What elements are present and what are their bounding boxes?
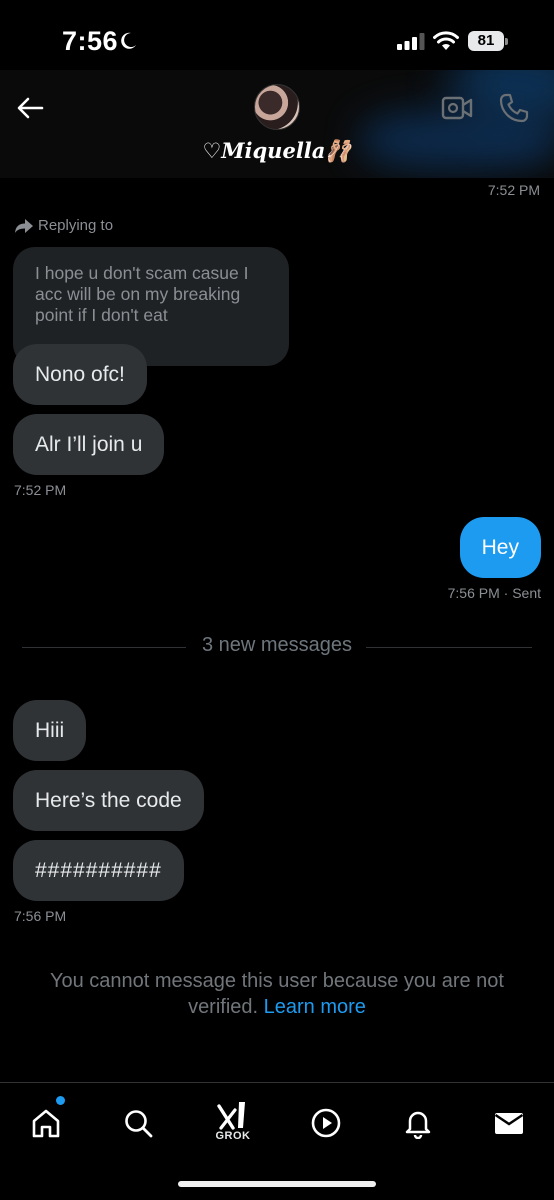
reply-arrow-icon <box>15 218 33 233</box>
phone-icon <box>499 93 529 123</box>
divider-line <box>366 647 532 648</box>
moon-icon <box>121 32 136 49</box>
conversation-header: ♡Miquella🩰 <box>0 70 554 178</box>
tab-search[interactable] <box>116 1101 160 1145</box>
unread-indicator-dot <box>56 1096 65 1105</box>
phone-call-button[interactable] <box>498 92 530 124</box>
tab-video[interactable] <box>304 1101 348 1145</box>
received-message[interactable]: Hiii <box>13 700 87 761</box>
new-messages-divider: 3 new messages <box>22 634 532 660</box>
replying-to-label: Replying to <box>14 217 113 234</box>
bell-icon <box>405 1111 431 1139</box>
verification-notice: You cannot message this user because you… <box>20 968 534 1020</box>
wifi-icon <box>433 31 459 50</box>
grok-tab-label: GROK <box>215 1130 251 1142</box>
status-time: 7:56 <box>62 26 119 56</box>
back-button[interactable] <box>12 90 48 126</box>
contact-avatar[interactable] <box>254 84 300 130</box>
message-timestamp: 7:52 PM <box>487 182 540 198</box>
status-bar: 7:56 81 <box>0 0 554 80</box>
received-message[interactable]: ########## <box>13 840 184 901</box>
grok-icon <box>217 1102 245 1130</box>
arrow-left-icon <box>17 97 44 119</box>
tab-messages[interactable] <box>487 1101 531 1145</box>
learn-more-link[interactable]: Learn more <box>264 996 366 1018</box>
received-message[interactable]: Here’s the code <box>13 770 204 831</box>
battery-cap <box>505 38 508 45</box>
video-call-button[interactable] <box>441 94 473 122</box>
replying-to-text: Replying to <box>38 217 114 234</box>
video-play-icon <box>311 1108 341 1138</box>
battery-level: 81 <box>468 31 504 51</box>
battery-indicator: 81 <box>468 31 508 51</box>
search-icon <box>125 1110 153 1138</box>
new-messages-label: 3 new messages <box>201 634 353 656</box>
sent-status-timestamp: 7:56 PM · Sent <box>447 585 541 601</box>
sent-message[interactable]: Hey <box>459 517 541 578</box>
received-message[interactable]: Nono ofc! <box>13 344 147 405</box>
home-icon <box>32 1109 60 1138</box>
mail-icon <box>494 1113 524 1134</box>
message-timestamp: 7:56 PM <box>14 908 67 924</box>
contact-name[interactable]: ♡Miquella🩰 <box>0 138 554 164</box>
tab-notifications[interactable] <box>396 1101 440 1145</box>
cellular-signal-icon <box>397 33 425 50</box>
message-timestamp: 7:52 PM <box>14 482 67 498</box>
tab-home[interactable] <box>24 1101 68 1145</box>
video-call-icon <box>441 96 473 120</box>
home-indicator[interactable] <box>178 1181 376 1187</box>
received-message[interactable]: Alr I’ll join u <box>13 414 165 475</box>
